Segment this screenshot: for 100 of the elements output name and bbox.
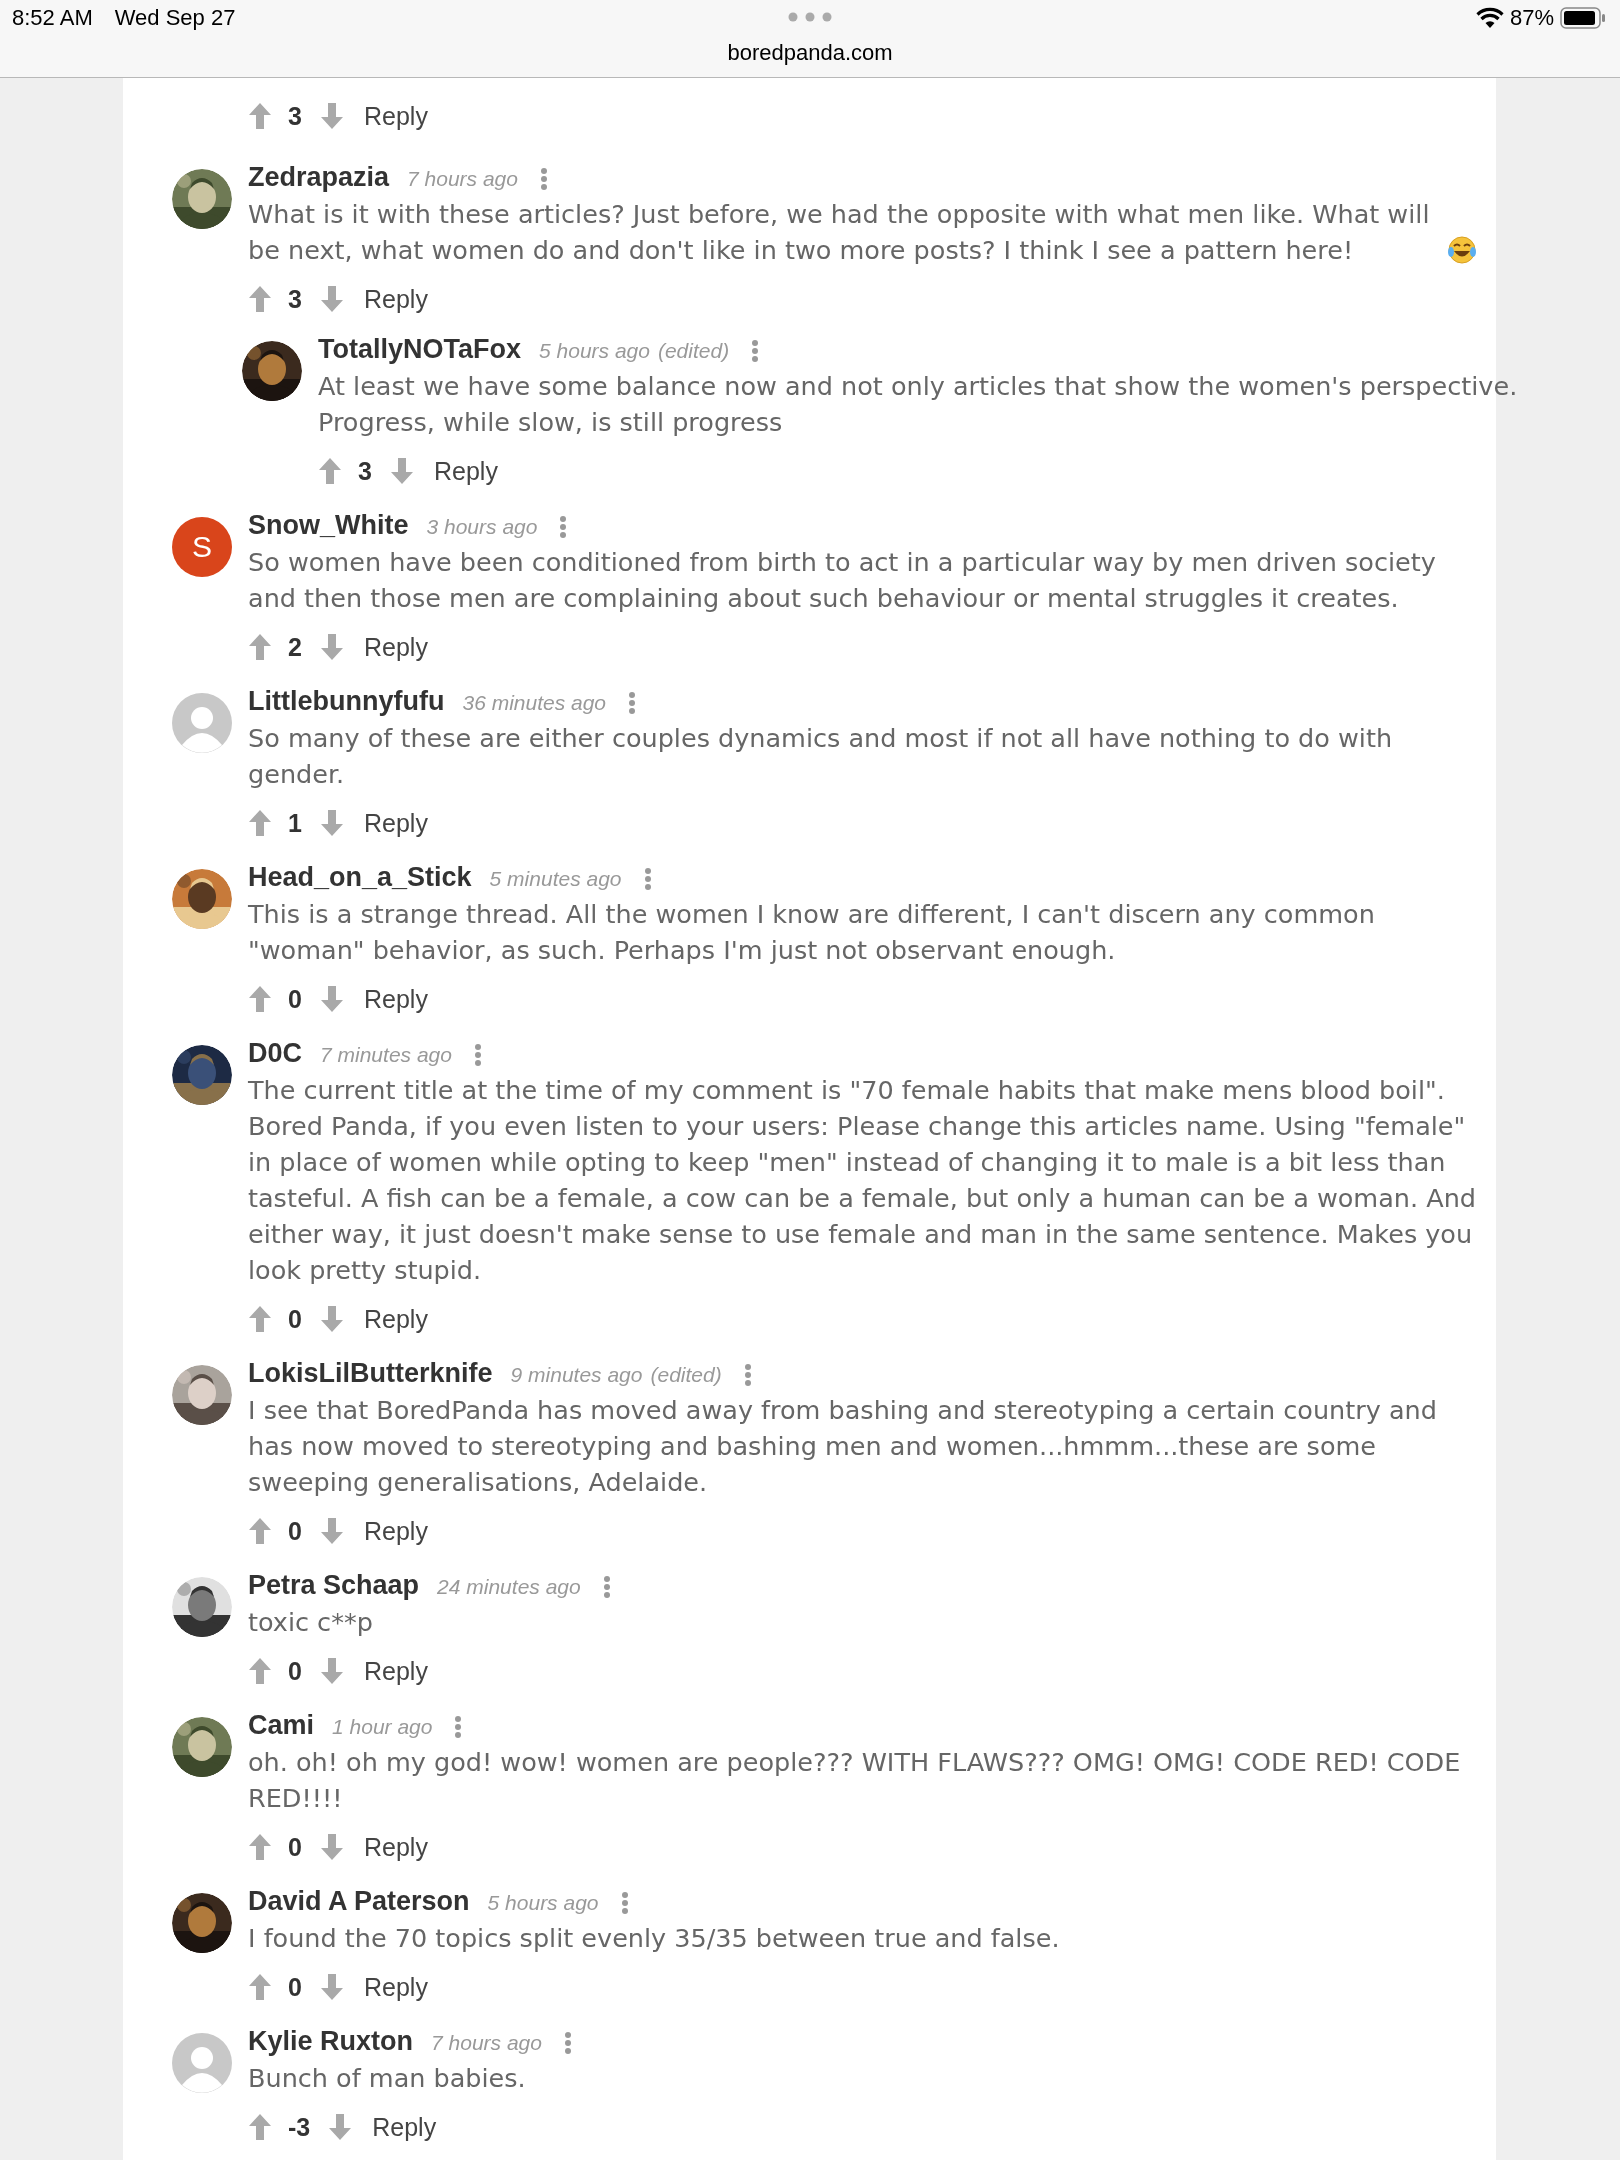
wifi-icon	[1475, 7, 1504, 29]
more-options-icon[interactable]	[563, 2031, 572, 2055]
upvote-icon[interactable]	[248, 985, 272, 1013]
more-options-icon[interactable]	[559, 515, 568, 539]
author-name[interactable]: David A Paterson	[248, 1886, 470, 1917]
more-options-icon[interactable]	[454, 1715, 463, 1739]
upvote-icon[interactable]	[248, 1973, 272, 2001]
author-name[interactable]: TotallyNOTaFox	[318, 334, 521, 365]
comment-time: 7 hours ago	[431, 2031, 542, 2055]
author-name[interactable]: Zedrapazia	[248, 162, 390, 193]
edited-label: (edited)	[657, 339, 730, 363]
comment-time: 36 minutes ago	[462, 691, 607, 715]
comment-text: Bunch of man babies.	[248, 2062, 526, 2095]
reply-button[interactable]: Reply	[364, 284, 428, 314]
vote-count: 3	[288, 284, 302, 314]
reply-button[interactable]: Reply	[364, 1972, 428, 2002]
vote-count: 2	[288, 632, 302, 662]
downvote-icon[interactable]	[320, 102, 344, 130]
author-name[interactable]: LokisLilButterknife	[248, 1358, 493, 1389]
edited-label: (edited)	[650, 1363, 722, 1387]
more-options-icon[interactable]	[643, 867, 652, 891]
comment-time: 3 hours ago	[426, 515, 538, 539]
comment-time: 7 minutes ago	[320, 1043, 452, 1067]
author-name[interactable]: Snow_White	[248, 510, 409, 541]
vote-count: 0	[288, 984, 302, 1014]
reply-button[interactable]: Reply	[364, 1516, 428, 1546]
default-avatar-icon	[172, 2033, 232, 2093]
more-options-icon[interactable]	[628, 691, 637, 715]
vote-count: 0	[288, 1832, 302, 1862]
upvote-icon[interactable]	[248, 2113, 272, 2141]
comment-text: oh. oh! oh my god! wow! women are people??? WITH FLAWS??? OMG! OMG! CODE RED! CODE RED!!!!	[248, 1746, 1462, 1815]
author-name[interactable]: Petra Schaap	[248, 1570, 420, 1601]
upvote-icon[interactable]	[248, 102, 272, 130]
url-text[interactable]: boredpanda.com	[727, 40, 893, 66]
vote-count: 0	[288, 1656, 302, 1686]
comment-text: At least we have some balance now and not only articles that show the women's perspective. Progress, while slow, is still progress	[318, 370, 1519, 439]
upvote-icon[interactable]	[248, 633, 272, 661]
upvote-icon[interactable]	[248, 809, 272, 837]
author-name[interactable]: Kylie Ruxton	[248, 2026, 414, 2057]
vote-count: 1	[288, 808, 302, 838]
vote-count: 0	[288, 1972, 302, 2002]
upvote-icon[interactable]	[248, 1657, 272, 1685]
downvote-icon[interactable]	[320, 1657, 344, 1685]
downvote-icon[interactable]	[320, 1517, 344, 1545]
comment-time: 5 hours ago	[539, 339, 650, 363]
comment-text: The current title at the time of my comment is "70 female habits that make mens blood boil". Bored Panda, if you even listen to your users: Please change this articles name. Using "female" in place of women while opting to keep "men" instead of changing it to male is a bit less than tasteful. A fish can be a female, a cow can be a female, but only a human can be a woman. And either way, it just doesn't make sense to use female and man in the same sentence. Makes you look pretty stupid.	[248, 1074, 1477, 1287]
reply-button[interactable]: Reply	[364, 101, 428, 131]
upvote-icon[interactable]	[248, 285, 272, 313]
reply-button[interactable]: Reply	[364, 1304, 428, 1334]
user-avatar: S	[172, 517, 232, 577]
reply-button[interactable]: Reply	[364, 808, 428, 838]
more-options-icon[interactable]	[751, 339, 760, 363]
author-name[interactable]: Cami	[248, 1710, 315, 1741]
downvote-icon[interactable]	[320, 1833, 344, 1861]
vote-count: -3	[288, 2112, 311, 2142]
comment-text: I found the 70 topics split evenly 35/35 between true and false.	[248, 1922, 1060, 1955]
downvote-icon[interactable]	[320, 633, 344, 661]
downvote-icon[interactable]	[390, 457, 414, 485]
more-options-icon[interactable]	[473, 1043, 482, 1067]
downvote-icon[interactable]	[320, 285, 344, 313]
comment-text: I see that BoredPanda has moved away from bashing and stereotyping a certain country and has now moved to stereotyping and bashing men and women...hmmm...these are some sweeping generalisations, Adelaide.	[248, 1394, 1438, 1499]
vote-count: 0	[288, 1304, 302, 1334]
downvote-icon[interactable]	[320, 1973, 344, 2001]
downvote-icon[interactable]	[320, 985, 344, 1013]
comment-time: 5 hours ago	[487, 1891, 599, 1915]
comment-time: 9 minutes ago	[510, 1363, 643, 1387]
downvote-icon[interactable]	[320, 1305, 344, 1333]
downvote-icon[interactable]	[328, 2113, 353, 2141]
vote-count: 3	[358, 456, 372, 486]
upvote-icon[interactable]	[318, 457, 342, 485]
reply-button[interactable]: Reply	[372, 2112, 437, 2142]
more-options-icon[interactable]	[540, 167, 548, 191]
upvote-icon[interactable]	[248, 1305, 272, 1333]
more-options-icon[interactable]	[743, 1363, 752, 1387]
author-name[interactable]: Littlebunnyfufu	[248, 686, 445, 717]
upvote-icon[interactable]	[248, 1833, 272, 1861]
vote-count: 3	[288, 101, 302, 131]
reply-button[interactable]: Reply	[364, 984, 428, 1014]
comment-text: So many of these are either couples dynamics and most if not all have nothing to do with gender.	[248, 722, 1394, 791]
date: Wed Sep 27	[114, 5, 236, 31]
upvote-icon[interactable]	[248, 1517, 272, 1545]
reply-button[interactable]: Reply	[364, 632, 428, 662]
reply-button[interactable]: Reply	[364, 1656, 428, 1686]
reply-button[interactable]: Reply	[434, 456, 498, 486]
downvote-icon[interactable]	[320, 809, 344, 837]
author-name[interactable]: Head_on_a_Stick	[248, 862, 472, 893]
more-options-icon[interactable]	[602, 1575, 611, 1599]
comment-time: 5 minutes ago	[489, 867, 622, 891]
more-icon[interactable]	[788, 12, 832, 22]
comment-text: What is it with these articles? Just before, we had the opposite with what men like. What will be next, what women do and don't like in two more posts? I think I see a pattern here!	[248, 198, 1431, 267]
clock-time: 8:52 AM	[12, 5, 93, 31]
comment-time: 7 hours ago	[407, 167, 518, 191]
more-options-icon[interactable]	[620, 1891, 629, 1915]
battery-percent: 87%	[1509, 5, 1554, 31]
vote-count: 0	[288, 1516, 302, 1546]
reply-button[interactable]: Reply	[364, 1832, 428, 1862]
battery-icon	[1560, 7, 1606, 29]
author-name[interactable]: D0C	[248, 1038, 302, 1069]
comment-text: So women have been conditioned from birth to act in a particular way by men driven society and then those men are complaining about such behaviour or mental struggles it creates.	[248, 546, 1437, 615]
default-avatar-icon	[172, 693, 232, 753]
